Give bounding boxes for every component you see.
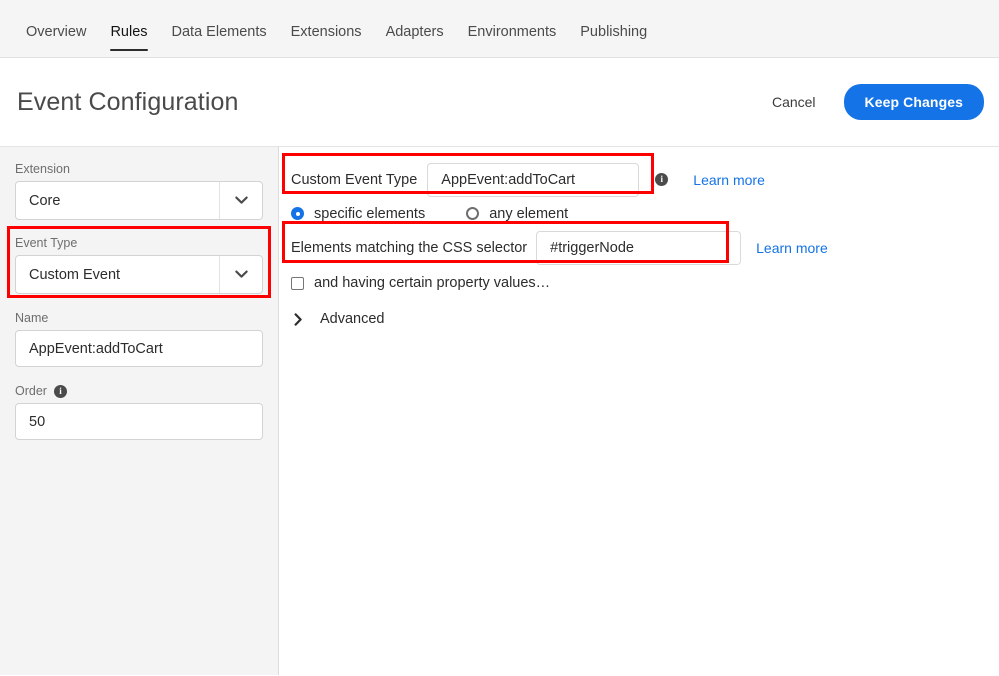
element-scope-row: specific elements any element (279, 200, 999, 227)
content-area: Extension Core Event Type Custom Event N… (0, 147, 999, 675)
tab-list: Overview Rules Data Elements Extensions … (0, 0, 659, 58)
event-type-field: Event Type Custom Event (15, 236, 263, 294)
page-title: Event Configuration (17, 87, 239, 116)
order-label-row: Order i (15, 384, 263, 398)
extension-select-value: Core (29, 192, 61, 209)
tab-environments[interactable]: Environments (456, 23, 569, 59)
custom-event-type-row: Custom Event Type AppEvent:addToCart i L… (279, 159, 999, 200)
tab-data-elements-label: Data Elements (171, 23, 267, 40)
extension-select[interactable]: Core (15, 181, 263, 220)
learn-more-css-selector[interactable]: Learn more (756, 240, 828, 256)
event-type-label: Event Type (15, 236, 78, 250)
tab-overview-label: Overview (26, 23, 87, 40)
radio-any-element-label: any element (489, 205, 569, 222)
css-selector-input[interactable]: #triggerNode (536, 231, 742, 265)
property-values-checkbox[interactable] (291, 276, 304, 290)
order-label: Order (15, 384, 47, 398)
tab-extensions-label: Extensions (290, 23, 362, 40)
tab-adapters-label: Adapters (385, 23, 444, 40)
radio-any-element[interactable] (466, 207, 480, 220)
extension-label: Extension (15, 162, 70, 176)
tab-extensions[interactable]: Extensions (279, 23, 374, 59)
info-icon[interactable]: i (655, 173, 669, 186)
event-type-select[interactable]: Custom Event (15, 255, 263, 294)
tab-overview[interactable]: Overview (14, 23, 98, 59)
order-field: Order i 50 (15, 384, 263, 440)
tab-rules-label: Rules (110, 23, 148, 40)
css-selector-label: Elements matching the CSS selector (291, 240, 528, 256)
tab-publishing[interactable]: Publishing (568, 23, 659, 59)
radio-specific-elements[interactable] (291, 207, 304, 220)
page-header: Event Configuration Cancel Keep Changes (0, 58, 999, 147)
settings-sidebar: Extension Core Event Type Custom Event N… (0, 147, 279, 675)
css-selector-row: Elements matching the CSS selector #trig… (279, 227, 999, 269)
tab-data-elements[interactable]: Data Elements (160, 23, 279, 59)
keep-changes-button[interactable]: Keep Changes (843, 84, 984, 120)
info-icon[interactable]: i (53, 384, 67, 398)
custom-event-type-label: Custom Event Type (291, 171, 418, 188)
name-input[interactable]: AppEvent:addToCart (15, 330, 263, 367)
extension-field: Extension Core (15, 162, 263, 220)
tab-environments-label: Environments (467, 23, 557, 40)
learn-more-custom-event-type[interactable]: Learn more (693, 172, 765, 188)
advanced-disclosure[interactable]: Advanced (279, 297, 999, 341)
name-field: Name AppEvent:addToCart (15, 311, 263, 367)
custom-event-type-input[interactable]: AppEvent:addToCart (427, 162, 640, 197)
event-detail-panel: Custom Event Type AppEvent:addToCart i L… (279, 147, 999, 675)
top-navigation-bar: Overview Rules Data Elements Extensions … (0, 0, 999, 58)
chevron-right-icon (294, 312, 306, 326)
chevron-down-icon (219, 182, 262, 219)
advanced-label: Advanced (320, 311, 385, 327)
order-input[interactable]: 50 (15, 403, 263, 440)
chevron-down-icon (219, 256, 262, 293)
property-values-label: and having certain property values… (314, 275, 551, 291)
property-values-row: and having certain property values… (279, 269, 999, 297)
event-type-select-value: Custom Event (29, 266, 121, 283)
name-label: Name (15, 311, 49, 325)
tab-publishing-label: Publishing (580, 23, 648, 40)
header-actions: Cancel Keep Changes (762, 84, 984, 120)
cancel-button[interactable]: Cancel (762, 86, 826, 118)
tab-rules[interactable]: Rules (98, 23, 159, 59)
radio-specific-elements-label: specific elements (314, 205, 426, 222)
tab-adapters[interactable]: Adapters (374, 23, 456, 59)
